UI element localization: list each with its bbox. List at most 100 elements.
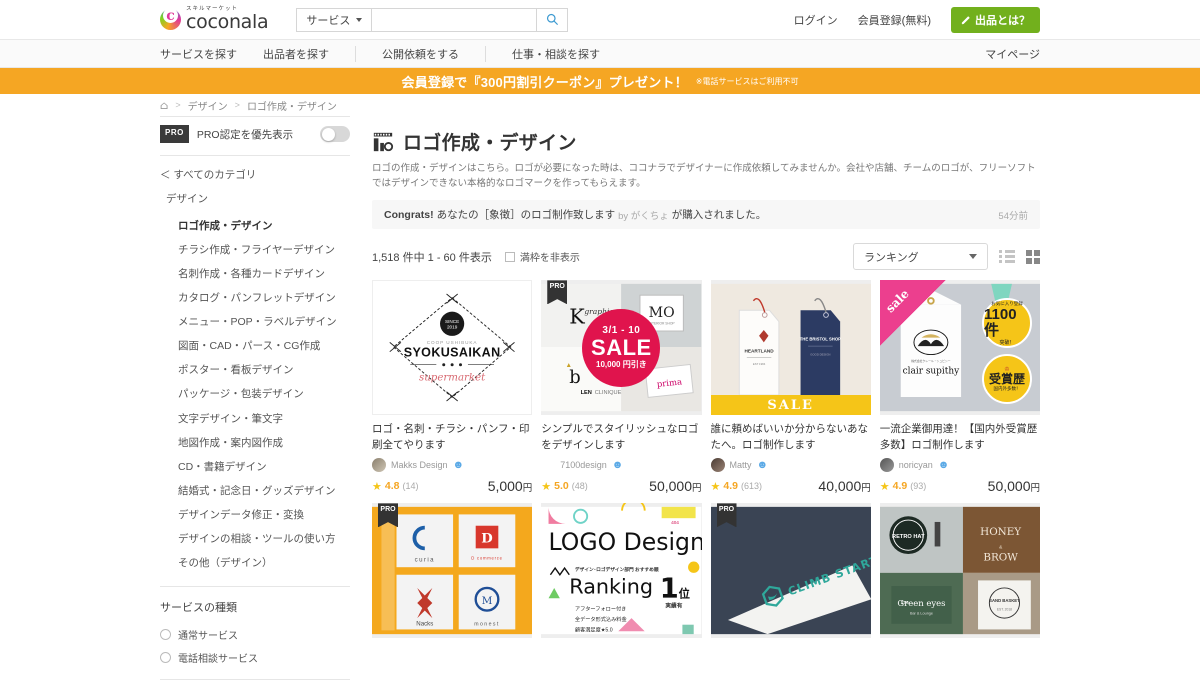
- nav-item-0[interactable]: サービスを探す: [160, 46, 237, 62]
- service-card[interactable]: 404 LOGO Design デザイン･ロゴデザイン部門 おすすめ順 Rank…: [541, 503, 702, 639]
- coconala-logo-icon: [160, 8, 181, 30]
- nav-mypage[interactable]: マイページ: [985, 46, 1040, 62]
- seller-row: noricyan ☻: [879, 458, 1040, 473]
- search-group: サービス: [296, 7, 569, 32]
- congrats-notice[interactable]: Congrats! あなたの［象徴］のロゴ制作致します by がくちょ が購入さ…: [372, 200, 1040, 230]
- hide-full-checkbox[interactable]: 満枠を非表示: [504, 249, 580, 264]
- svg-text:Nacks: Nacks: [416, 621, 433, 628]
- congrats-prefix: Congrats!: [384, 208, 434, 221]
- service-price: 5,000円: [488, 478, 533, 494]
- rating-row: ★ 4.8 (14) 5,000円: [372, 478, 532, 494]
- svg-text:位: 位: [679, 587, 691, 601]
- award-badge-sub: 国内外多数！: [993, 386, 1021, 392]
- all-categories-link[interactable]: ＜ すべてのカテゴリ: [160, 156, 350, 191]
- sidebar-item-14[interactable]: その他（デザイン）: [160, 552, 350, 576]
- register-link[interactable]: 会員登録(無料): [858, 12, 931, 28]
- sidebar-item-5[interactable]: 図面・CAD・パース・CG作成: [160, 335, 350, 359]
- svg-text:EST 1984: EST 1984: [752, 362, 765, 366]
- radio-icon: [160, 651, 171, 663]
- service-thumbnail: HEARTLAND EST 1984 THE BRISTOL SHOP GOOD…: [710, 280, 871, 416]
- grid-view-button[interactable]: [1026, 249, 1040, 264]
- sidebar-item-13[interactable]: デザインの相談・ツールの使い方: [160, 528, 350, 552]
- site-logo[interactable]: スキルマーケット coconala: [160, 6, 269, 34]
- avatar: [372, 458, 386, 473]
- seller-name: Matty: [729, 460, 752, 471]
- service-type-option-0[interactable]: 通常サービス: [160, 623, 350, 646]
- service-price: 40,000円: [818, 478, 870, 494]
- svg-text:実績有: 実績有: [666, 602, 683, 610]
- service-card[interactable]: HEARTLAND EST 1984 THE BRISTOL SHOP GOOD…: [710, 280, 871, 494]
- favorites-badge-sub: 突破！: [999, 339, 1015, 346]
- sidebar-item-9[interactable]: 地図作成・案内図作成: [160, 431, 350, 455]
- about-selling-button[interactable]: 出品とは？: [951, 6, 1040, 33]
- service-card[interactable]: RETRO HAT HONEY & BROW Green eyes 576 Ba…: [879, 503, 1040, 639]
- sale-badge: 3/1 - 10 SALE 10,000 円引き: [582, 308, 661, 387]
- service-card[interactable]: PRO K graphic MO INTERIOR SHOP b ▲ LEN C…: [541, 280, 702, 494]
- service-thumbnail: 404 LOGO Design デザイン･ロゴデザイン部門 おすすめ順 Rank…: [541, 503, 702, 639]
- service-type-label-0: 通常サービス: [178, 630, 238, 642]
- checkbox-icon: [504, 251, 515, 262]
- pro-filter-row[interactable]: PRO PRO認定を優先表示: [160, 117, 350, 155]
- login-link[interactable]: ログイン: [794, 12, 838, 28]
- sidebar-item-3[interactable]: カタログ・パンフレットデザイン: [160, 286, 350, 310]
- logo-wordmark: coconala: [186, 11, 269, 34]
- site-header: スキルマーケット coconala サービス ログイン 会員登録(無料): [0, 0, 1200, 40]
- list-view-button[interactable]: [999, 250, 1015, 264]
- sidebar-item-2[interactable]: 名刺作成・各種カードデザイン: [160, 262, 350, 286]
- service-card[interactable]: SINCE 2019 COOP USHIBUKA SYOKUSAIKAN sup…: [372, 280, 533, 494]
- sort-selected-label: ランキング: [864, 251, 919, 264]
- sidebar-item-12[interactable]: デザインデータ修正・変換: [160, 504, 350, 528]
- pro-filter-toggle[interactable]: [320, 126, 350, 142]
- svg-text:Ranking: Ranking: [570, 575, 654, 599]
- svg-text:EST. 2018: EST. 2018: [997, 608, 1012, 612]
- promo-banner[interactable]: 会員登録で『300円割引クーポン』プレゼント！ ※電話サービスはご利用不可: [0, 68, 1200, 94]
- search-category-select[interactable]: サービス: [296, 7, 372, 32]
- service-card[interactable]: PRO CLIMB START: [710, 503, 871, 639]
- award-badge-main: 受賞歴: [988, 372, 1025, 387]
- svg-text:LEN: LEN: [581, 391, 592, 397]
- svg-text:▲: ▲: [566, 362, 573, 369]
- breadcrumb-item-0[interactable]: デザイン: [188, 98, 228, 113]
- sidebar-item-1[interactable]: チラシ作成・フライヤーデザイン: [160, 238, 350, 262]
- sidebar-item-10[interactable]: CD・書籍デザイン: [160, 455, 350, 479]
- svg-text:全データ形式込み料金: 全データ形式込み料金: [575, 615, 628, 623]
- sort-select[interactable]: ランキング: [853, 243, 988, 271]
- page-title-row: ロゴ作成・デザイン: [372, 116, 1040, 161]
- service-type-option-1[interactable]: 電話相談サービス: [160, 646, 350, 669]
- parent-category-label[interactable]: デザイン: [160, 191, 350, 214]
- avatar: [879, 458, 894, 473]
- svg-text:アフターフォロー付き: アフターフォロー付き: [575, 605, 626, 613]
- home-icon[interactable]: ⌂: [160, 99, 168, 112]
- about-selling-label: 出品とは？: [975, 14, 1030, 27]
- service-title: シンプルでスタイリッシュなロゴをデザインします: [541, 423, 699, 451]
- service-card[interactable]: 株式会社クレール・シュピシー clair supithy sale お気に入り登…: [879, 280, 1040, 494]
- pro-badge-icon: PRO: [160, 125, 189, 143]
- svg-text:GOOD DESIGN: GOOD DESIGN: [810, 353, 830, 357]
- online-status-icon: ☻: [452, 459, 465, 472]
- nav-item-3[interactable]: 仕事・相談を探す: [485, 45, 600, 62]
- search-button[interactable]: [536, 7, 569, 32]
- logo-design-icon: [373, 132, 394, 151]
- nav-item-2[interactable]: 公開依頼をする: [355, 45, 459, 62]
- sidebar-item-11[interactable]: 結婚式・記念日・グッズデザイン: [160, 479, 350, 503]
- congrats-suffix: が購入されました。: [671, 209, 767, 222]
- avatar: [710, 458, 725, 473]
- svg-text:MO: MO: [649, 305, 675, 321]
- service-card[interactable]: PRO curia D D commerce Nacks M monest: [372, 503, 533, 639]
- sidebar-item-6[interactable]: ポスター・看板デザイン: [160, 359, 350, 383]
- breadcrumb-item-1[interactable]: ロゴ作成・デザイン: [247, 98, 337, 113]
- svg-text:SAND BASKET: SAND BASKET: [989, 598, 1020, 603]
- svg-text:BROW: BROW: [983, 552, 1018, 564]
- list-view-icon: [999, 250, 1015, 264]
- sidebar-item-4[interactable]: メニュー・POP・ラベルデザイン: [160, 311, 350, 335]
- results-toolbar: 1,518 件中 1 - 60 件表示 満枠を非表示 ランキング: [372, 229, 1040, 280]
- star-icon: ★: [541, 480, 552, 493]
- search-input[interactable]: [371, 7, 537, 32]
- sidebar-item-7[interactable]: パッケージ・包装デザイン: [160, 383, 350, 407]
- sidebar-item-8[interactable]: 文字デザイン・筆文字: [160, 407, 350, 431]
- sidebar-item-0[interactable]: ロゴ作成・デザイン: [160, 214, 350, 238]
- price-amount: 40,000: [818, 478, 862, 495]
- search-icon: [546, 13, 558, 26]
- service-title: 一流企業御用達！【国内外受賞歴多数】ロゴ制作します: [879, 423, 1038, 451]
- nav-item-1[interactable]: 出品者を探す: [263, 46, 329, 62]
